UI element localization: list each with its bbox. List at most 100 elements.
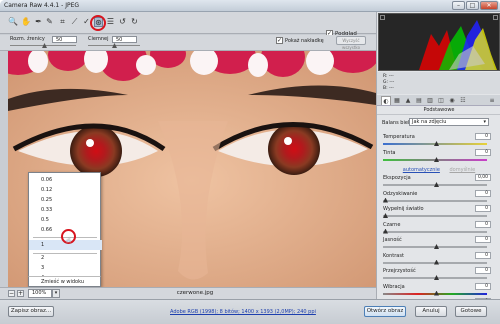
- slider-label: Temperatura: [383, 134, 415, 140]
- tab-presets[interactable]: ☷: [458, 96, 468, 105]
- darken-slider[interactable]: [88, 43, 140, 48]
- pupil-size-knob[interactable]: [42, 43, 47, 48]
- zoom-level-select[interactable]: 100%: [28, 289, 52, 298]
- darken-field[interactable]: 50: [112, 36, 137, 43]
- straighten-icon[interactable]: ⟋: [70, 17, 79, 27]
- tab-detail[interactable]: ▲: [403, 96, 413, 105]
- slider-value-field[interactable]: 0: [475, 133, 491, 140]
- color-sampler-icon[interactable]: ✎: [45, 17, 54, 27]
- slider-track[interactable]: [383, 199, 487, 202]
- zoom-option[interactable]: 0.33: [29, 205, 102, 215]
- bottom-bar: Zapisz obraz... Adobe RGB (1998); 8 bitó…: [0, 299, 500, 324]
- slider-value-field[interactable]: 0: [475, 251, 491, 259]
- shadow-clipping-icon[interactable]: [380, 15, 385, 20]
- green-readout: G: ---: [383, 80, 395, 85]
- done-button[interactable]: Gotowe: [455, 306, 487, 317]
- open-image-button[interactable]: Otwórz obraz: [364, 306, 406, 317]
- slider-row: Czarne 0: [377, 220, 500, 236]
- wb-value: Jak na zdjęciu: [412, 119, 447, 125]
- pupil-size-field[interactable]: 50: [52, 36, 77, 43]
- clear-all-button[interactable]: Wyczyść wszystko: [336, 36, 366, 50]
- window-title: Camera Raw 4.4.1 - JPEG: [4, 2, 80, 9]
- fit-in-view-option[interactable]: Zmieść w widoku: [28, 276, 101, 287]
- white-balance-select[interactable]: Jak na zdjęciu ▾: [409, 118, 489, 126]
- chevron-down-icon: ▾: [483, 119, 486, 125]
- slider-label: Ekspozycja: [383, 175, 411, 181]
- zoom-option[interactable]: 0.5: [29, 215, 102, 225]
- default-link: domyślnie: [449, 167, 476, 173]
- highlight-circle-tool: [90, 15, 106, 31]
- status-bar: − + 100% ▾ czerwone.jpg: [0, 287, 376, 299]
- zoom-option[interactable]: 0.25: [29, 195, 102, 205]
- slider-label: Jasność: [383, 237, 402, 243]
- close-icon[interactable]: ✕: [480, 1, 498, 10]
- pupil-size-slider[interactable]: [10, 43, 76, 48]
- slider-label: Kontrast: [383, 252, 404, 259]
- save-image-button[interactable]: Zapisz obraz...: [8, 306, 54, 317]
- preferences-icon[interactable]: ☰: [106, 17, 115, 27]
- show-overlay-toggle[interactable]: ✓ Pokaż nakładkę: [276, 37, 324, 44]
- slider-row: Jasność 0: [377, 236, 500, 251]
- hand-tool-icon[interactable]: ✋: [21, 17, 31, 27]
- tab-camera-calibration[interactable]: ◉: [447, 96, 457, 105]
- file-name: czerwone.jpg: [176, 290, 214, 296]
- tab-lens[interactable]: ◫: [436, 96, 446, 105]
- slider-label: Odzyskiwanie: [383, 190, 418, 197]
- maximize-icon[interactable]: □: [466, 1, 479, 10]
- slider-value-field[interactable]: 0: [475, 236, 491, 243]
- red-eye-options: Rozm. źrenicy 50 Ciemnej 50 ✓ Pokaż nakł…: [0, 35, 376, 51]
- zoom-option[interactable]: 3: [29, 263, 102, 273]
- panel-tabs: ◐ ▦ ▲ ▤ ▥ ◫ ◉ ☷ ≡: [377, 95, 500, 106]
- minimize-icon[interactable]: –: [452, 1, 465, 10]
- tab-tone-curve[interactable]: ▦: [392, 96, 402, 105]
- rgb-readout: R: --- G: --- B: ---: [377, 72, 500, 94]
- slider-value-field[interactable]: 0: [475, 267, 491, 274]
- tab-split-toning[interactable]: ▥: [425, 96, 435, 105]
- rotate-left-icon[interactable]: ↺: [118, 17, 127, 27]
- slider-row: Temperatura 0: [377, 133, 500, 148]
- slider-row: Przejrzystość 0: [377, 267, 500, 282]
- slider-row: Kontrast 0: [377, 251, 500, 267]
- slider-value-field[interactable]: 0,00: [475, 174, 491, 181]
- slider-row: Ekspozycja 0,00: [377, 174, 500, 189]
- zoom-option[interactable]: 2: [29, 253, 102, 263]
- slider-track[interactable]: [383, 230, 487, 233]
- highlight-clipping-icon[interactable]: [493, 15, 498, 20]
- crop-icon[interactable]: ⌗: [58, 17, 67, 27]
- show-overlay-checkbox[interactable]: ✓: [276, 37, 283, 44]
- slider-value-field[interactable]: 0: [475, 282, 491, 290]
- darken-knob[interactable]: [112, 43, 117, 48]
- slider-value-field[interactable]: 0: [475, 189, 491, 197]
- tab-basic[interactable]: ◐: [381, 96, 391, 105]
- auto-link[interactable]: automatycznie: [403, 167, 440, 173]
- show-overlay-label: Pokaż nakładkę: [285, 37, 324, 44]
- pupil-size-label: Rozm. źrenicy: [10, 36, 45, 42]
- slider-label: Tinta: [383, 150, 396, 156]
- slider-label: Czarne: [383, 221, 401, 228]
- tab-hsl[interactable]: ▤: [414, 96, 424, 105]
- title-bar: Camera Raw 4.4.1 - JPEG – □ ✕: [0, 0, 500, 12]
- darken-label: Ciemnej: [88, 36, 109, 42]
- right-panel: R: --- G: --- B: --- ◐ ▦ ▲ ▤ ▥ ◫ ◉ ☷ ≡ P…: [376, 12, 500, 311]
- white-balance-icon[interactable]: ✒: [34, 17, 43, 27]
- camera-raw-window: Camera Raw 4.4.1 - JPEG – □ ✕ 🔍 ✋ ✒ ✎ ⌗ …: [0, 0, 500, 324]
- zoom-out-icon[interactable]: −: [8, 290, 15, 297]
- auto-default-links: automatycznie domyślnie: [377, 167, 500, 173]
- panel-title: Podstawowe: [377, 107, 500, 115]
- cancel-button[interactable]: Anuluj: [415, 306, 447, 317]
- slider-label: Przejrzystość: [383, 268, 416, 274]
- zoom-in-icon[interactable]: +: [17, 290, 24, 297]
- slider-value-field[interactable]: 0: [475, 149, 491, 156]
- slider-track[interactable]: [383, 215, 487, 217]
- rotate-right-icon[interactable]: ↻: [130, 17, 139, 27]
- slider-row: Odzyskiwanie 0: [377, 189, 500, 205]
- workflow-options-link[interactable]: Adobe RGB (1998); 8 bitów; 1400 x 1393 (…: [170, 309, 316, 315]
- zoom-option[interactable]: 0.12: [29, 185, 102, 195]
- zoom-option[interactable]: 0.06: [29, 175, 102, 185]
- zoom-tool-icon[interactable]: 🔍: [8, 17, 18, 27]
- slider-value-field[interactable]: 0: [475, 205, 491, 212]
- panel-menu-icon[interactable]: ≡: [487, 96, 497, 105]
- chevron-down-icon[interactable]: ▾: [52, 289, 60, 298]
- slider-value-field[interactable]: 0: [475, 220, 491, 228]
- slider-row: Tinta 0: [377, 149, 500, 164]
